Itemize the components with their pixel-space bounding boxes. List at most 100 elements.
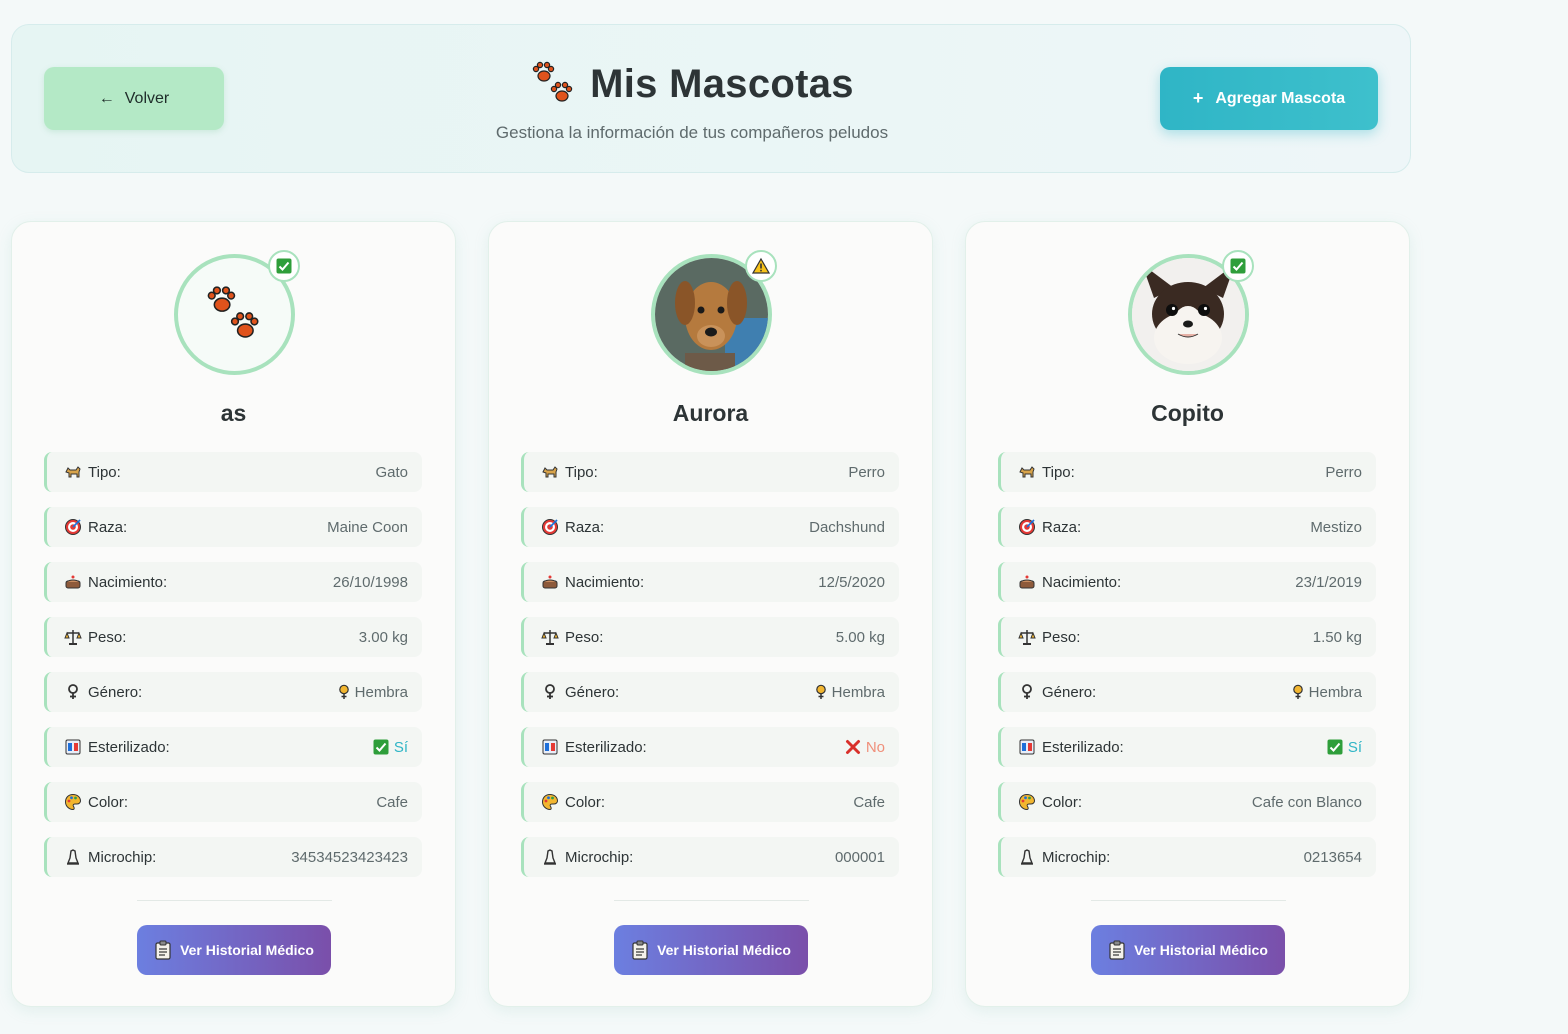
hospital-icon — [64, 738, 82, 756]
genero-label: Género: — [541, 683, 619, 701]
tipo-value: Perro — [1325, 464, 1362, 481]
genero-value-text: Hembra — [831, 683, 885, 701]
check-icon — [1327, 739, 1343, 755]
esterilizado-value-text: Sí — [393, 738, 408, 756]
pet-card: Aurora Tipo: Perro Raza: Dachshund Nacim… — [488, 221, 933, 1007]
genero-label: Género: — [64, 683, 142, 701]
add-pet-button[interactable]: + Agregar Mascota — [1160, 67, 1378, 130]
esterilizado-value: Sí — [373, 739, 408, 756]
microscope-icon — [541, 848, 559, 866]
medical-history-button[interactable]: Ver Historial Médico — [1091, 925, 1285, 975]
check-icon — [276, 258, 292, 274]
genero-value-text: Hembra — [1308, 683, 1362, 701]
gender-icon — [541, 683, 559, 701]
pet-avatar — [174, 250, 300, 375]
medical-history-button-label: Ver Historial Médico — [657, 942, 791, 958]
raza-value: Dachshund — [809, 519, 885, 536]
microchip-label-text: Microchip: — [88, 848, 157, 866]
detail-row-nacimiento: Nacimiento: 23/1/2019 — [998, 562, 1376, 602]
genero-value: Hembra — [1292, 684, 1362, 701]
clipboard-icon — [155, 940, 171, 960]
detail-row-peso: Peso: 1.50 kg — [998, 617, 1376, 657]
color-value: Cafe — [853, 794, 885, 811]
paw-prints-icon — [207, 285, 259, 338]
peso-label: Peso: — [541, 628, 603, 646]
nacimiento-value-text: 12/5/2020 — [818, 573, 885, 591]
color-label: Color: — [64, 793, 128, 811]
nacimiento-value-text: 23/1/2019 — [1295, 573, 1362, 591]
title-block: Mis Mascotas Gestiona la información de … — [442, 55, 942, 143]
microscope-icon — [64, 848, 82, 866]
esterilizado-label-text: Esterilizado: — [88, 738, 170, 756]
medical-history-button[interactable]: Ver Historial Médico — [614, 925, 808, 975]
cross-icon — [845, 739, 861, 755]
detail-row-raza: Raza: Maine Coon — [44, 507, 422, 547]
pet-name: Copito — [1151, 400, 1224, 426]
detail-row-raza: Raza: Mestizo — [998, 507, 1376, 547]
tipo-label: Tipo: — [1018, 463, 1075, 481]
color-label: Color: — [541, 793, 605, 811]
microchip-label: Microchip: — [541, 848, 633, 866]
detail-row-peso: Peso: 3.00 kg — [44, 617, 422, 657]
scales-icon — [541, 628, 559, 646]
microchip-value-text: 0213654 — [1303, 848, 1362, 866]
dog-icon — [64, 463, 82, 481]
warning-icon — [752, 257, 770, 275]
peso-label-text: Peso: — [565, 628, 604, 646]
raza-value: Maine Coon — [327, 519, 408, 536]
raza-label-text: Raza: — [88, 518, 128, 536]
color-value: Cafe con Blanco — [1252, 794, 1362, 811]
nacimiento-value-text: 26/10/1998 — [332, 573, 408, 591]
peso-label: Peso: — [64, 628, 126, 646]
status-badge — [268, 250, 300, 282]
palette-icon — [1018, 793, 1036, 811]
peso-value: 3.00 kg — [359, 629, 408, 646]
clipboard-icon — [1109, 940, 1125, 960]
detail-row-esterilizado: Esterilizado: No — [521, 727, 899, 767]
esterilizado-value-text: No — [865, 738, 885, 756]
peso-value-text: 3.00 kg — [358, 628, 408, 646]
nacimiento-label: Nacimiento: — [1018, 573, 1121, 591]
divider — [1091, 900, 1286, 901]
page-subtitle: Gestiona la información de tus compañero… — [495, 123, 889, 142]
genero-label-text: Género: — [88, 683, 143, 701]
tipo-value-text: Perro — [1325, 463, 1362, 481]
dog-icon — [541, 463, 559, 481]
microchip-value-text: 000001 — [834, 848, 885, 866]
raza-value: Mestizo — [1310, 519, 1362, 536]
detail-row-tipo: Tipo: Perro — [998, 452, 1376, 492]
peso-value: 5.00 kg — [836, 629, 885, 646]
status-badge — [745, 250, 777, 282]
microchip-label: Microchip: — [1018, 848, 1110, 866]
cake-icon — [1018, 573, 1036, 591]
pet-card: Copito Tipo: Perro Raza: Mestizo Nacimie… — [965, 221, 1410, 1007]
plus-icon: + — [1192, 88, 1204, 108]
divider — [614, 900, 809, 901]
page-title: Mis Mascotas — [590, 61, 854, 106]
target-icon — [1018, 518, 1036, 536]
gender-icon — [64, 683, 82, 701]
clipboard-icon — [632, 940, 648, 960]
medical-history-button[interactable]: Ver Historial Médico — [137, 925, 331, 975]
detail-row-genero: Género: Hembra — [998, 672, 1376, 712]
nacimiento-value: 12/5/2020 — [818, 574, 885, 591]
esterilizado-label: Esterilizado: — [1018, 738, 1124, 756]
genero-value: Hembra — [338, 684, 408, 701]
peso-label: Peso: — [1018, 628, 1080, 646]
detail-row-microchip: Microchip: 34534523423423 — [44, 837, 422, 877]
detail-row-esterilizado: Esterilizado: Sí — [44, 727, 422, 767]
detail-row-microchip: Microchip: 000001 — [521, 837, 899, 877]
female-icon — [1292, 684, 1304, 700]
dog-icon — [1018, 463, 1036, 481]
tipo-label: Tipo: — [64, 463, 121, 481]
target-icon — [541, 518, 559, 536]
color-label-text: Color: — [88, 793, 129, 811]
esterilizado-label: Esterilizado: — [64, 738, 170, 756]
detail-row-color: Color: Cafe — [44, 782, 422, 822]
color-label-text: Color: — [1042, 793, 1083, 811]
back-button[interactable]: ← Volver — [44, 67, 224, 130]
esterilizado-value: No — [845, 739, 885, 756]
color-value-text: Cafe con Blanco — [1251, 793, 1362, 811]
tipo-value-text: Gato — [375, 463, 408, 481]
microchip-label: Microchip: — [64, 848, 156, 866]
